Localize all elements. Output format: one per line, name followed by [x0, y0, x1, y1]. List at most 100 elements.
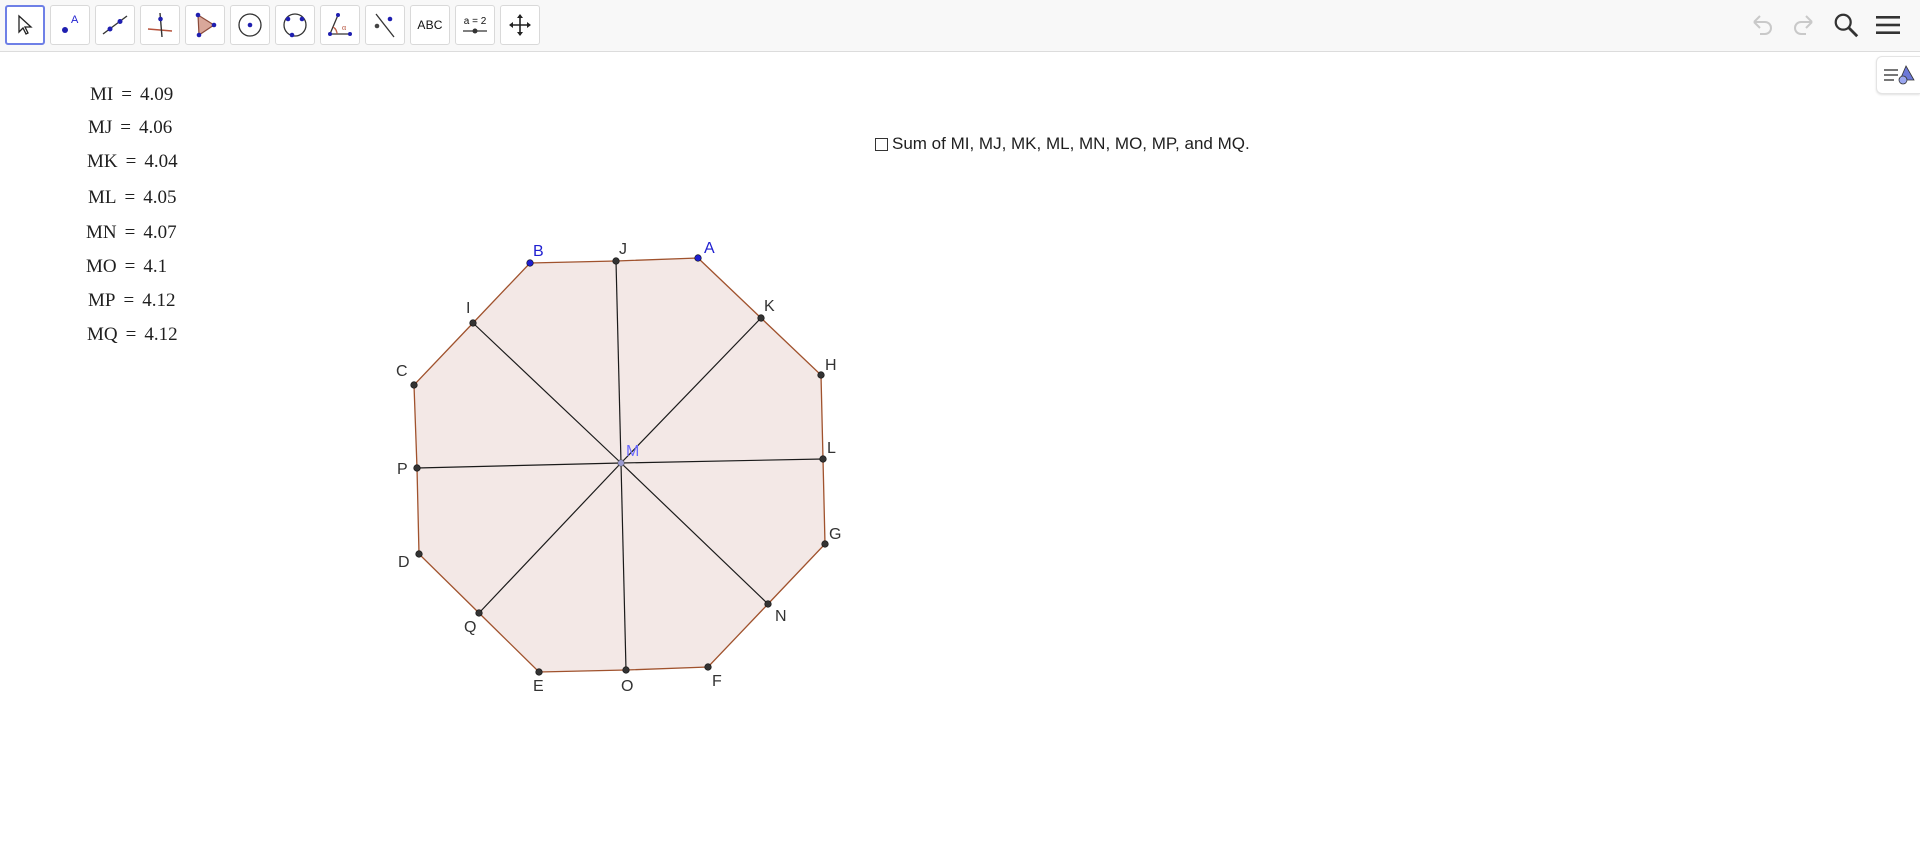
line-tool[interactable] — [95, 5, 135, 45]
move-graphics-view-tool[interactable] — [500, 5, 540, 45]
point-G[interactable] — [821, 540, 829, 548]
point-E[interactable] — [535, 668, 543, 676]
measurement-row[interactable]: MQ = 4.12 — [87, 324, 178, 346]
line-icon — [102, 15, 128, 35]
text-tool-label: ABC — [417, 18, 443, 32]
point-label-L[interactable]: L — [827, 440, 836, 457]
measurement-row[interactable]: ML = 4.05 — [88, 187, 176, 209]
equals-sign: = — [124, 222, 136, 243]
point-label-O[interactable]: O — [621, 678, 633, 695]
measurement-value: 4.12 — [142, 290, 176, 311]
point-label-G[interactable]: G — [829, 526, 841, 543]
point-label-F[interactable]: F — [712, 673, 722, 690]
measurement-value: 4.05 — [143, 187, 177, 208]
point-A[interactable] — [694, 254, 702, 262]
point-label-D[interactable]: D — [398, 554, 410, 571]
point-M[interactable] — [617, 459, 625, 467]
segment-MQ[interactable] — [478, 462, 622, 614]
toolbar-right — [1748, 11, 1902, 39]
measurement-label: MO — [86, 256, 117, 277]
style-bar-toggle[interactable] — [1876, 56, 1920, 94]
measurement-row[interactable]: MP = 4.12 — [88, 290, 175, 312]
segment-MK[interactable] — [620, 317, 762, 464]
point-K[interactable] — [757, 314, 765, 322]
tool-group: A α ABC a = 2 — [5, 5, 540, 45]
slider-tool[interactable]: a = 2 — [455, 5, 495, 45]
measurement-label: MN — [86, 222, 117, 243]
redo-button[interactable] — [1790, 11, 1818, 39]
perpendicular-icon — [147, 12, 173, 38]
main-menu-button[interactable] — [1874, 11, 1902, 39]
text-tool[interactable]: ABC — [410, 5, 450, 45]
point-P[interactable] — [413, 464, 421, 472]
undo-button[interactable] — [1748, 11, 1776, 39]
segment-MI[interactable] — [472, 322, 622, 464]
point-L[interactable] — [819, 455, 827, 463]
measurement-value: 4.06 — [139, 117, 173, 138]
measurement-value: 4.1 — [143, 256, 168, 277]
segment-MO[interactable] — [620, 462, 627, 671]
measurement-label: MK — [87, 151, 118, 172]
circle-center-point-tool[interactable] — [230, 5, 270, 45]
style-bar-icon — [1883, 65, 1915, 85]
point-F[interactable] — [704, 663, 712, 671]
measurement-row[interactable]: MO = 4.1 — [86, 256, 167, 278]
graphics-view[interactable]: A K H L G N F O E Q D P C I B J M — [0, 0, 1920, 862]
point-label-A[interactable]: A — [704, 240, 715, 257]
point-H[interactable] — [817, 371, 825, 379]
polygon-icon — [195, 12, 217, 38]
search-button[interactable] — [1832, 11, 1860, 39]
angle-tool[interactable]: α — [320, 5, 360, 45]
point-N[interactable] — [764, 600, 772, 608]
search-icon — [1834, 13, 1859, 38]
circle-three-points-icon — [283, 13, 307, 38]
measurement-row[interactable]: MN = 4.07 — [86, 222, 177, 244]
segment-ML[interactable] — [620, 458, 824, 464]
sum-checkbox[interactable]: Sum of MI, MJ, MK, ML, MN, MO, MP, and M… — [875, 134, 1250, 154]
equals-sign: = — [125, 324, 137, 345]
measurement-value: 4.12 — [144, 324, 178, 345]
point-label-E[interactable]: E — [533, 678, 544, 695]
measurement-row[interactable]: MI = 4.09 — [90, 84, 173, 106]
point-label-C[interactable]: C — [396, 363, 408, 380]
equals-sign: = — [125, 151, 137, 172]
point-B[interactable] — [526, 259, 534, 267]
measurement-label: MJ — [88, 117, 113, 138]
slider-icon — [463, 28, 487, 33]
segment-MJ[interactable] — [615, 260, 622, 464]
polygon-tool[interactable] — [185, 5, 225, 45]
measurement-row[interactable]: MK = 4.04 — [87, 151, 178, 173]
point-J[interactable] — [612, 257, 620, 265]
point-label-B[interactable]: B — [533, 243, 544, 260]
equals-sign: = — [124, 256, 136, 277]
checkbox-box[interactable] — [875, 137, 888, 151]
angle-icon: α — [328, 13, 352, 36]
measurement-row[interactable]: MJ = 4.06 — [88, 117, 172, 139]
point-O[interactable] — [622, 666, 630, 674]
point-label-Q[interactable]: Q — [464, 619, 476, 636]
measurement-label: MP — [88, 290, 116, 311]
reflect-line-tool[interactable] — [365, 5, 405, 45]
point-label-H[interactable]: H — [825, 357, 837, 374]
point-label-K[interactable]: K — [764, 298, 775, 315]
point-label-N[interactable]: N — [775, 608, 787, 625]
menu-icon — [1876, 16, 1900, 34]
point-label-I[interactable]: I — [466, 300, 470, 317]
move-tool[interactable] — [5, 5, 45, 45]
circle-three-points-tool[interactable] — [275, 5, 315, 45]
point-C[interactable] — [410, 381, 418, 389]
point-I[interactable] — [469, 319, 477, 327]
segment-MN[interactable] — [620, 462, 769, 605]
hexadecagon-polygon[interactable] — [413, 257, 826, 673]
point-label-P[interactable]: P — [397, 461, 408, 478]
point-label-M[interactable]: M — [626, 443, 639, 460]
circle-center-icon — [238, 13, 262, 37]
point-label-J[interactable]: J — [619, 241, 627, 258]
equals-sign: = — [121, 84, 132, 105]
point-D[interactable] — [415, 550, 423, 558]
point-tool[interactable]: A — [50, 5, 90, 45]
point-icon: A — [62, 14, 79, 33]
perpendicular-line-tool[interactable] — [140, 5, 180, 45]
segment-MP[interactable] — [416, 462, 622, 469]
point-Q[interactable] — [475, 609, 483, 617]
